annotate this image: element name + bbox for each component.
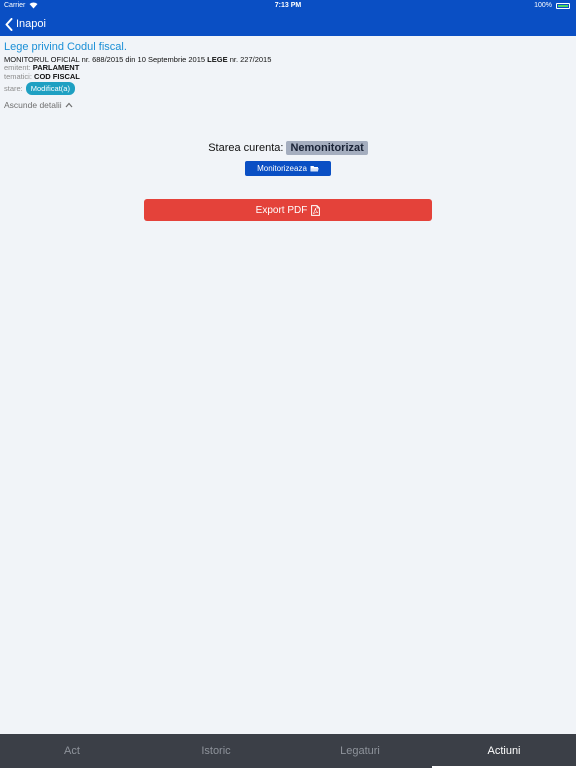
battery-icon (556, 3, 570, 9)
tab-act[interactable]: Act (0, 734, 144, 768)
back-label: Inapoi (16, 18, 46, 30)
monitor-button-label: Monitorizeaza (257, 164, 307, 173)
pdf-file-icon (311, 204, 321, 216)
topic-value: COD FISCAL (34, 71, 80, 81)
folder-open-icon (310, 166, 319, 172)
monitor-button[interactable]: Monitorizeaza (245, 161, 331, 176)
chevron-left-icon (5, 17, 13, 31)
hide-details-label: Ascunde detalii (4, 100, 62, 110)
document-details: Lege privind Codul fiscal. MONITORUL OFI… (4, 41, 564, 110)
monitor-status-line: Starea curenta: Nemonitorizat (0, 141, 576, 155)
status-label: Starea curenta: (208, 142, 284, 154)
tab-bar: Act Istoric Legaturi Actiuni (0, 734, 576, 768)
document-title: Lege privind Codul fiscal. (4, 41, 127, 53)
state-badge: Modificat(a) (25, 82, 75, 95)
status-bar: Carrier 7:13 PM 100% (0, 0, 576, 12)
battery-percent: 100% (534, 2, 552, 9)
back-button[interactable]: Inapoi (5, 15, 46, 33)
state-row: stare: Modificat(a) (4, 82, 564, 95)
document-number: nr. 227/2015 (229, 55, 272, 64)
tab-istoric[interactable]: Istoric (144, 734, 288, 768)
status-badge: Nemonitorizat (286, 141, 368, 155)
clock: 7:13 PM (274, 2, 302, 9)
tab-legaturi[interactable]: Legaturi (288, 734, 432, 768)
hide-details-toggle[interactable]: Ascunde detalii (4, 100, 73, 110)
topic-label: tematici: (4, 71, 32, 81)
export-pdf-button[interactable]: Export PDF (144, 199, 432, 221)
document-type: LEGE (207, 55, 228, 64)
nav-bar: Inapoi (0, 12, 576, 36)
tab-actiuni[interactable]: Actiuni (432, 734, 576, 768)
export-pdf-label: Export PDF (255, 204, 308, 216)
issuer-row: emitent: PARLAMENT (4, 63, 564, 73)
state-label: stare: (4, 84, 23, 93)
publication-info: MONITORUL OFICIAL nr. 688/2015 din 10 Se… (4, 55, 564, 64)
topic-row: tematici: COD FISCAL (4, 71, 564, 82)
chevron-up-icon (65, 102, 73, 108)
